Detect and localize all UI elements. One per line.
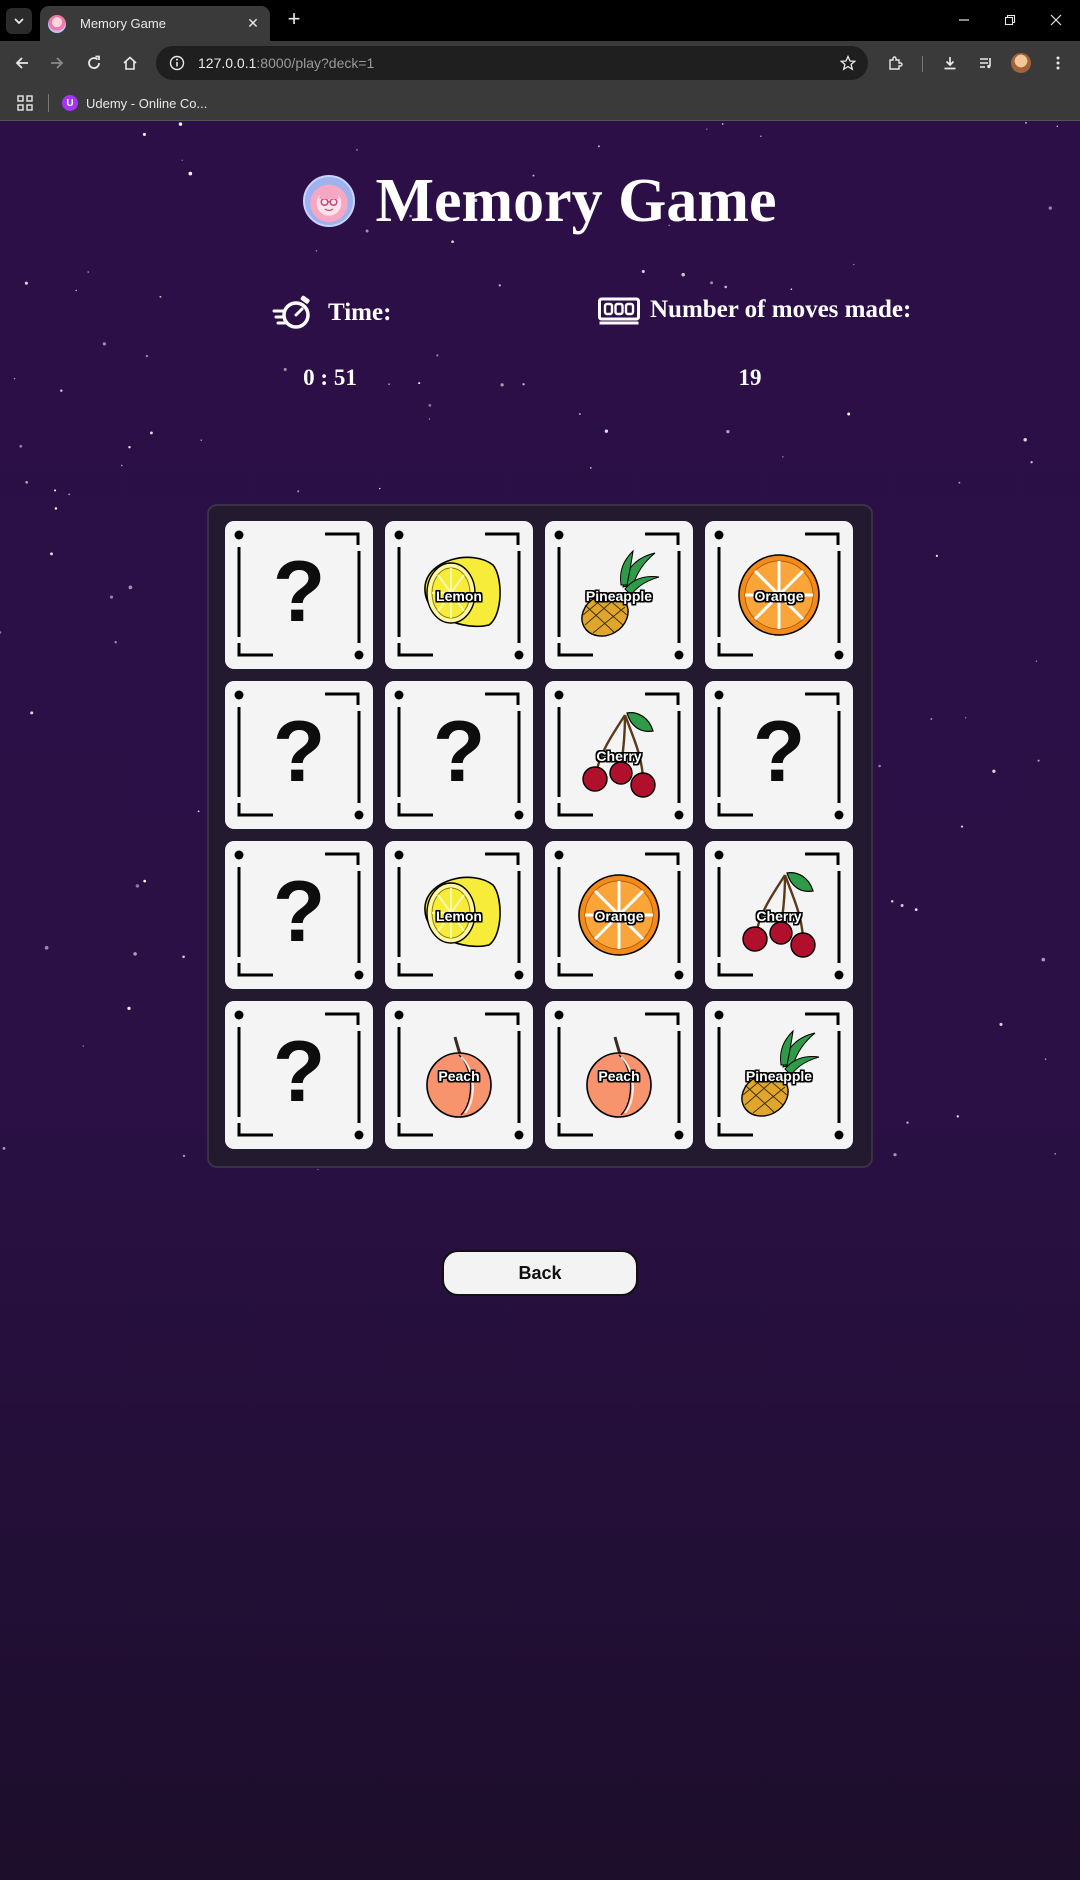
toolbar-divider bbox=[922, 56, 923, 72]
bookmark-divider bbox=[48, 94, 49, 112]
card-orange[interactable]: Orange bbox=[545, 841, 693, 989]
downloads-button[interactable] bbox=[937, 50, 963, 76]
card-label: Cherry bbox=[756, 908, 802, 924]
card-label: Pineapple bbox=[585, 588, 653, 604]
card-peach[interactable]: Peach bbox=[545, 1001, 693, 1149]
url-text: 127.0.0.1:8000/play?deck=1 bbox=[198, 55, 375, 71]
card-face-down[interactable]: ? bbox=[225, 681, 373, 829]
playlist-icon bbox=[980, 58, 991, 69]
card-label: Lemon bbox=[436, 908, 482, 924]
home-button[interactable] bbox=[117, 50, 143, 76]
moves-value: 19 bbox=[738, 365, 762, 390]
game-page: Memory Game Time: 0 : 51 Number of moves… bbox=[0, 121, 1080, 1880]
card-face-down[interactable]: ? bbox=[705, 681, 853, 829]
card-lemon[interactable]: Lemon bbox=[385, 841, 533, 989]
browser-toolbar: 127.0.0.1:8000/play?deck=1 bbox=[0, 41, 1080, 85]
game-logo-avatar-icon bbox=[303, 175, 356, 227]
card-face-down[interactable]: ? bbox=[385, 681, 533, 829]
card-cherry[interactable]: Cherry bbox=[545, 681, 693, 829]
question-mark-icon: ? bbox=[272, 704, 326, 800]
bookmark-star-icon[interactable] bbox=[838, 53, 858, 73]
extensions-button[interactable] bbox=[882, 50, 908, 76]
chevron-down-icon bbox=[14, 18, 24, 25]
apps-grid-icon[interactable] bbox=[16, 94, 34, 112]
stopwatch-icon bbox=[272, 295, 310, 329]
moves-label: Number of moves made: bbox=[650, 296, 912, 323]
address-bar[interactable]: 127.0.0.1:8000/play?deck=1 bbox=[156, 46, 868, 80]
browser-tab-strip: Memory Game ✕ + bbox=[0, 0, 1080, 41]
title-row: Memory Game bbox=[0, 161, 1080, 241]
card-pineapple[interactable]: Pineapple bbox=[545, 521, 693, 669]
card-cherry[interactable]: Cherry bbox=[705, 841, 853, 989]
puzzle-icon bbox=[889, 56, 903, 70]
minimize-icon bbox=[959, 19, 969, 21]
udemy-logo-icon: U bbox=[62, 95, 78, 111]
card-label: Orange bbox=[594, 908, 644, 924]
card-board: ? Lemon Pineapple Orange ? ? Cherry ? ? … bbox=[207, 504, 873, 1168]
tab-title: Memory Game bbox=[80, 16, 166, 31]
card-face-down[interactable]: ? bbox=[225, 1001, 373, 1149]
bookmarks-bar: U Udemy - Online Co... bbox=[0, 85, 1080, 121]
bookmark-label: Udemy - Online Co... bbox=[86, 95, 208, 111]
card-label: Pineapple bbox=[745, 1068, 813, 1084]
profile-avatar[interactable] bbox=[1008, 50, 1034, 76]
reload-button[interactable] bbox=[81, 50, 107, 76]
restore-button[interactable] bbox=[996, 6, 1024, 34]
close-icon bbox=[1050, 14, 1062, 26]
minimize-button[interactable] bbox=[950, 6, 978, 34]
back-nav-button[interactable] bbox=[9, 50, 35, 76]
question-mark-icon: ? bbox=[272, 544, 326, 640]
question-mark-icon: ? bbox=[432, 704, 486, 800]
tab-search-button[interactable] bbox=[6, 8, 32, 34]
card-face-down[interactable]: ? bbox=[225, 841, 373, 989]
media-controls-button[interactable] bbox=[973, 50, 999, 76]
card-pineapple[interactable]: Pineapple bbox=[705, 1001, 853, 1149]
arrow-right-icon bbox=[51, 57, 64, 69]
browser-tab[interactable]: Memory Game ✕ bbox=[40, 6, 270, 41]
download-icon bbox=[944, 57, 956, 70]
browser-menu-button[interactable] bbox=[1045, 50, 1071, 76]
site-info-icon[interactable] bbox=[168, 54, 186, 72]
kebab-menu-icon bbox=[1056, 56, 1060, 70]
reload-icon bbox=[88, 55, 100, 69]
avatar-icon bbox=[1011, 53, 1031, 73]
card-face-down[interactable]: ? bbox=[225, 521, 373, 669]
card-label: Orange bbox=[754, 588, 804, 604]
new-tab-button[interactable]: + bbox=[282, 8, 306, 32]
card-peach[interactable]: Peach bbox=[385, 1001, 533, 1149]
time-label: Time: bbox=[328, 299, 392, 326]
time-value: 0 : 51 bbox=[303, 365, 357, 390]
card-label: Lemon bbox=[436, 588, 482, 604]
question-mark-icon: ? bbox=[752, 704, 806, 800]
back-button[interactable]: Back bbox=[442, 1250, 638, 1296]
card-orange[interactable]: Orange bbox=[705, 521, 853, 669]
card-label: Peach bbox=[598, 1068, 640, 1084]
time-stat: Time: bbox=[272, 295, 391, 331]
question-mark-icon: ? bbox=[272, 864, 326, 960]
moves-stat: Number of moves made: bbox=[598, 295, 911, 325]
page-title: Memory Game bbox=[375, 166, 777, 235]
card-label: Peach bbox=[438, 1068, 480, 1084]
home-icon bbox=[123, 56, 137, 70]
question-mark-icon: ? bbox=[272, 1024, 326, 1120]
arrow-left-icon bbox=[15, 57, 28, 69]
tab-favicon-icon bbox=[48, 14, 66, 33]
restore-icon bbox=[1004, 14, 1016, 26]
tab-close-icon[interactable]: ✕ bbox=[244, 15, 262, 32]
forward-nav-button[interactable] bbox=[44, 50, 70, 76]
bookmark-udemy[interactable]: U Udemy - Online Co... bbox=[62, 91, 207, 115]
close-window-button[interactable] bbox=[1042, 6, 1070, 34]
counter-icon bbox=[598, 297, 640, 325]
card-lemon[interactable]: Lemon bbox=[385, 521, 533, 669]
card-label: Cherry bbox=[596, 748, 642, 764]
